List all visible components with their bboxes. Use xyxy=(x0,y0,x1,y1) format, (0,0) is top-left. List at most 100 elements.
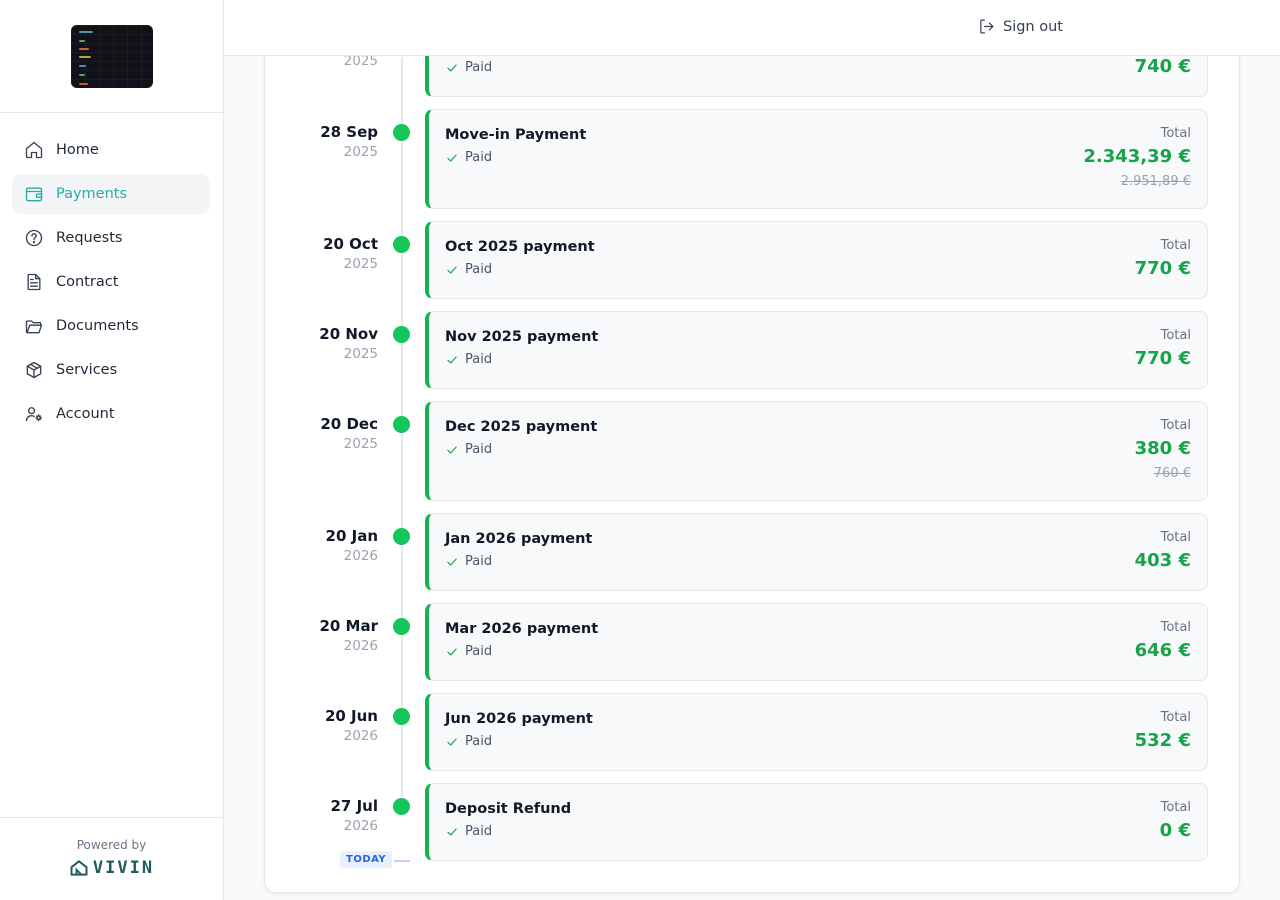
sign-out-label: Sign out xyxy=(1003,18,1063,35)
payment-status: Paid xyxy=(445,644,492,659)
entry-year: 2026 xyxy=(343,818,378,834)
sidebar-item-requests[interactable]: Requests xyxy=(12,218,210,258)
sidebar-item-contract[interactable]: Contract xyxy=(12,262,210,302)
payment-amount: 0 € xyxy=(1159,820,1191,841)
payment-card[interactable]: Dec 2025 payment Paid Total 380 € 760 € xyxy=(425,401,1208,501)
sidebar-item-home[interactable]: Home xyxy=(12,130,210,170)
timeline-dot xyxy=(393,708,410,725)
payment-card[interactable]: Nov 2025 payment Paid Total 770 € xyxy=(425,311,1208,389)
sidebar-item-label: Requests xyxy=(56,230,123,246)
powered-by-label: Powered by xyxy=(76,838,147,852)
entry-year: 2025 xyxy=(343,144,378,160)
payment-title: Move-in Payment xyxy=(445,127,587,143)
sidebar-item-label: Services xyxy=(56,362,118,378)
payment-card[interactable]: Oct 2025 payment Paid Total 770 € xyxy=(425,221,1208,299)
entry-day-month: 27 Jul xyxy=(330,797,379,815)
brand-logo[interactable]: VIVIN xyxy=(69,858,154,878)
timeline-dot xyxy=(393,236,410,253)
file-text-icon xyxy=(24,272,44,292)
folder-icon xyxy=(24,316,44,336)
today-badge: TODAY xyxy=(340,851,393,868)
payment-title: Oct 2025 payment xyxy=(445,239,595,255)
sidebar-item-services[interactable]: Services xyxy=(12,350,210,390)
payment-card[interactable]: Jun 2026 payment Paid Total 532 € xyxy=(425,693,1208,771)
timeline-dot xyxy=(393,416,410,433)
payment-status: Paid xyxy=(445,734,492,749)
payment-amount: 532 € xyxy=(1134,730,1191,751)
payment-amount: 2.343,39 € xyxy=(1083,146,1191,167)
payment-card[interactable]: Deposit Refund Paid Total 0 € xyxy=(425,783,1208,861)
entry-year: 2026 xyxy=(343,548,378,564)
sidebar-item-documents[interactable]: Documents xyxy=(12,306,210,346)
payment-status: Paid xyxy=(445,60,492,75)
check-icon xyxy=(447,828,457,835)
entry-year: 2025 xyxy=(343,346,378,362)
entry-day-month: 28 Sep xyxy=(320,123,378,141)
payment-status: Paid xyxy=(445,442,492,457)
payment-card[interactable]: Mar 2026 payment Paid Total 646 € xyxy=(425,603,1208,681)
payment-title: Jan 2026 payment xyxy=(445,531,593,547)
sidebar-item-label: Payments xyxy=(56,186,128,202)
check-icon xyxy=(447,446,457,453)
payment-title: Deposit Refund xyxy=(445,801,572,817)
payment-amount: 646 € xyxy=(1134,640,1191,661)
sidebar-item-account[interactable]: Account xyxy=(12,394,210,434)
house-logo-icon xyxy=(70,860,88,876)
sidebar-item-payments[interactable]: Payments xyxy=(12,174,210,214)
logo-area xyxy=(0,0,223,113)
entry-day-month: 20 Mar xyxy=(319,617,378,635)
payment-title: Dec 2025 payment xyxy=(445,419,598,435)
check-icon xyxy=(447,154,457,161)
entry-date: 20 Jan 2026 xyxy=(265,526,378,566)
entry-date: 20 Jun 2026 xyxy=(265,706,378,746)
wallet-icon xyxy=(24,184,44,204)
check-icon xyxy=(447,63,457,71)
timeline-dot xyxy=(393,326,410,343)
total-label: Total xyxy=(1160,418,1191,433)
payment-status: Paid xyxy=(445,352,492,367)
entry-year: 2025 xyxy=(343,436,378,452)
payment-amount: 380 € xyxy=(1134,438,1191,459)
total-label: Total xyxy=(1160,620,1191,635)
total-label: Total xyxy=(1160,800,1191,815)
sidebar-item-label: Contract xyxy=(56,274,119,290)
original-amount: 760 € xyxy=(1153,466,1191,481)
payment-amount: 770 € xyxy=(1134,258,1191,279)
sidebar-item-label: Account xyxy=(56,406,115,422)
payment-title: Jun 2026 payment xyxy=(445,711,593,727)
entry-year: 2026 xyxy=(343,728,378,744)
entry-date: 20 Oct 2025 xyxy=(265,234,378,274)
sign-out-button[interactable]: Sign out xyxy=(978,18,1063,35)
payment-status: Paid xyxy=(445,262,492,277)
entry-date: 20 Mar 2026 xyxy=(265,616,378,656)
total-label: Total xyxy=(1160,710,1191,725)
payment-card[interactable]: Jan 2026 payment Paid Total 403 € xyxy=(425,513,1208,591)
sidebar: Home Payments Requests Contract Document… xyxy=(0,0,224,900)
check-icon xyxy=(447,648,457,655)
sidebar-item-label: Home xyxy=(56,142,99,158)
company-logo[interactable] xyxy=(70,24,153,88)
payment-amount: 770 € xyxy=(1134,348,1191,369)
check-icon xyxy=(447,266,457,273)
payment-amount: 740 € xyxy=(1134,56,1191,77)
check-icon xyxy=(447,558,457,565)
entry-year: 2026 xyxy=(343,638,378,654)
entry-day-month: 20 Dec xyxy=(320,415,378,433)
top-bar: Sign out xyxy=(224,0,1280,56)
user-settings-icon xyxy=(24,404,44,424)
payment-card[interactable]: Move-in Payment Paid Total 2.343,39 € 2.… xyxy=(425,109,1208,209)
entry-date: 20 Dec 2025 xyxy=(265,414,378,454)
entry-date: 27 Jul 2026 xyxy=(265,796,379,836)
entry-day-month: 20 Oct xyxy=(323,235,378,253)
total-label: Total xyxy=(1160,126,1191,141)
powered-by: Powered by VIVIN xyxy=(0,817,223,900)
payment-status: Paid xyxy=(445,150,492,165)
sidebar-nav: Home Payments Requests Contract Document… xyxy=(0,113,223,434)
timeline-dot xyxy=(393,798,410,815)
payment-status: Paid xyxy=(445,824,492,839)
original-amount: 2.951,89 € xyxy=(1120,174,1191,189)
payment-title: Nov 2025 payment xyxy=(445,329,599,345)
payment-status: Paid xyxy=(445,554,492,569)
entry-day-month: 20 Jun xyxy=(324,707,378,725)
entry-day-month: 20 Nov xyxy=(319,325,378,343)
